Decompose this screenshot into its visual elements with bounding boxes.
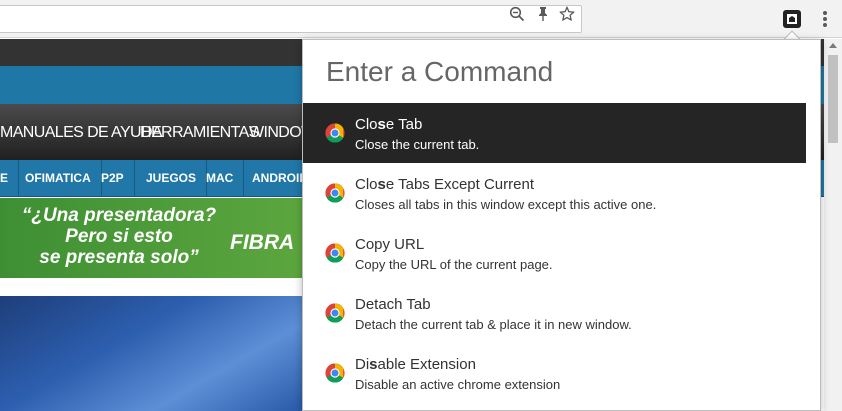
kebab-menu-icon[interactable] [816,8,834,30]
article-hero-image[interactable] [0,296,302,411]
command-title: Close Tabs Except Current [355,176,534,193]
command-title: Close Tab [355,116,423,133]
command-list-scrollbar[interactable] [808,103,820,410]
command-item[interactable]: Detach Tab Detach the current tab & place… [303,283,806,343]
command-description: Copy the URL of the current page. [355,257,553,272]
command-title-match: s [377,176,386,193]
command-description: Disable an active chrome extension [355,377,561,392]
command-description: Closes all tabs in this window except th… [355,197,657,212]
scrollbar-thumb[interactable] [828,55,838,143]
command-title: Detach Tab [355,296,431,313]
command-list: Close Tab Close the current tab. Close Tab… [303,103,820,403]
subnav-item-mac[interactable]: MAC [196,160,245,197]
command-description: Detach the current tab & place it in new… [355,317,632,332]
chrome-icon [325,363,345,383]
ad-banner-text: “¿Una presentadora? Pero si esto se pres… [21,205,217,268]
command-palette-extension-button[interactable] [781,8,803,30]
command-item[interactable]: Disable Extension Disable an active chrom… [303,343,806,403]
command-title-match: s [377,116,386,133]
star-icon[interactable] [559,6,575,22]
ad-banner[interactable]: “¿Una presentadora? Pero si esto se pres… [0,198,302,278]
subnav-item-p2p[interactable]: P2P [91,160,135,197]
pin-icon[interactable] [535,6,551,22]
command-title: Disable Extension [355,356,476,373]
browser-toolbar [0,0,842,38]
command-palette-extension-icon [783,10,801,28]
command-item[interactable]: Close Tab Close the current tab. [303,103,806,163]
command-title-match: s [369,356,378,373]
page-scrollbar[interactable] [824,39,842,411]
nav-item-herramientas[interactable]: HERRAMIENTAS [140,124,259,142]
chrome-icon [325,123,345,143]
command-item[interactable]: Copy URL Copy the URL of the current page… [303,223,806,283]
chrome-icon [325,243,345,263]
command-description: Close the current tab. [355,137,480,152]
nav-item-manuales[interactable]: MANUALES DE AYUDA [0,124,163,142]
ad-banner-brand: FIBRA [230,231,295,254]
address-bar[interactable] [0,5,582,33]
subnav-item-ofimatica[interactable]: OFIMATICA [15,160,102,197]
chrome-icon [325,303,345,323]
zoom-out-icon[interactable] [509,6,525,22]
command-input[interactable] [303,40,820,102]
command-title: Copy URL [355,236,425,253]
command-palette-popup: Close TabClose the current tab.Close Tab… [302,39,821,411]
command-item[interactable]: Close Tabs Except Current Closes all tabs… [303,163,806,223]
chrome-icon [325,183,345,203]
scroll-up-arrow-icon[interactable] [829,43,837,48]
